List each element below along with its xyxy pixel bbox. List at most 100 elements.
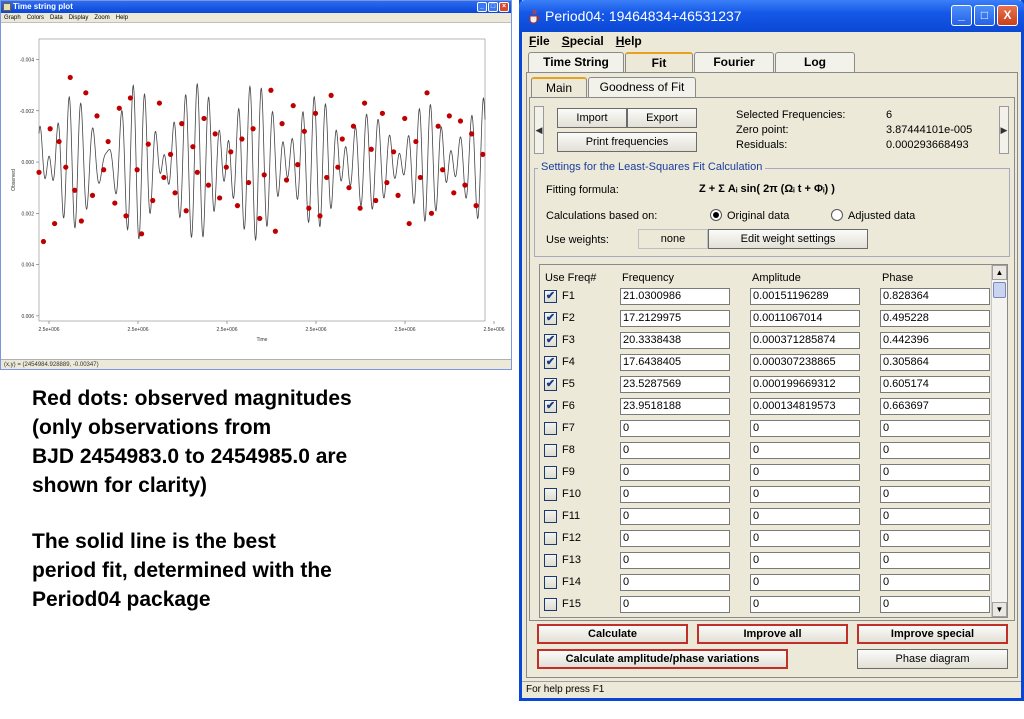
phase-field[interactable]: 0.305864 (880, 354, 990, 371)
adjusted-data-radio[interactable] (831, 209, 843, 221)
print-frequencies-button[interactable]: Print frequencies (557, 132, 697, 152)
phase-field[interactable]: 0.442396 (880, 332, 990, 349)
phase-field[interactable]: 0.495228 (880, 310, 990, 327)
scroll-up-icon[interactable]: ▲ (992, 265, 1007, 280)
table-vertical-scrollbar[interactable]: ▲ ▼ (991, 265, 1007, 617)
use-frequency-checkbox[interactable] (544, 466, 557, 479)
frequency-field[interactable]: 0 (620, 464, 730, 481)
period04-titlebar[interactable]: Period04: 19464834+46531237 _ □ X (519, 0, 1024, 32)
tab-fourier[interactable]: Fourier (694, 52, 774, 72)
plot-menu-display[interactable]: Display (69, 13, 89, 22)
scroll-down-icon[interactable]: ▼ (992, 602, 1007, 617)
plot-menu-graph[interactable]: Graph (4, 13, 21, 22)
amplitude-field[interactable]: 0.000371285874 (750, 332, 860, 349)
adjusted-data-label[interactable]: Adjusted data (848, 210, 915, 222)
scroll-left-arrow-icon[interactable]: ◀ (534, 106, 544, 154)
use-frequency-checkbox[interactable]: ✔ (544, 334, 557, 347)
frequency-field[interactable]: 20.3338438 (620, 332, 730, 349)
plot-menu-zoom[interactable]: Zoom (94, 13, 109, 22)
calculate-button[interactable]: Calculate (537, 624, 688, 644)
time-string-chart[interactable]: -0.004 -0.002 0.000 0.002 0.004 0.006 2.5e+006… (1, 23, 511, 359)
tab-main[interactable]: Main (531, 77, 587, 98)
plot-window-titlebar[interactable]: Time string plot _ □ × (1, 1, 511, 13)
use-frequency-checkbox[interactable] (544, 598, 557, 611)
use-frequency-checkbox[interactable] (544, 444, 557, 457)
amplitude-field[interactable]: 0 (750, 508, 860, 525)
calculate-amplitude-phase-variations-button[interactable]: Calculate amplitude/phase variations (537, 649, 788, 669)
menu-special[interactable]: Special (562, 32, 604, 52)
phase-diagram-button[interactable]: Phase diagram (857, 649, 1008, 669)
improve-all-button[interactable]: Improve all (697, 624, 848, 644)
improve-special-button[interactable]: Improve special (857, 624, 1008, 644)
phase-field[interactable]: 0 (880, 508, 990, 525)
amplitude-field[interactable]: 0 (750, 552, 860, 569)
amplitude-field[interactable]: 0 (750, 486, 860, 503)
use-frequency-checkbox[interactable]: ✔ (544, 290, 557, 303)
close-icon[interactable]: X (997, 5, 1018, 26)
use-frequency-checkbox[interactable]: ✔ (544, 400, 557, 413)
export-button[interactable]: Export (627, 108, 697, 128)
frequency-field[interactable]: 0 (620, 530, 730, 547)
frequency-field[interactable]: 17.2129975 (620, 310, 730, 327)
minimize-icon[interactable]: _ (951, 5, 972, 26)
maximize-icon[interactable]: □ (488, 2, 498, 12)
use-frequency-checkbox[interactable]: ✔ (544, 378, 557, 391)
scroll-thumb[interactable] (993, 282, 1006, 298)
use-frequency-checkbox[interactable] (544, 576, 557, 589)
phase-field[interactable]: 0.663697 (880, 398, 990, 415)
menu-file[interactable]: File (529, 32, 550, 52)
original-data-label[interactable]: Original data (727, 210, 789, 222)
frequency-field[interactable]: 0 (620, 574, 730, 591)
edit-weight-settings-button[interactable]: Edit weight settings (708, 229, 868, 249)
original-data-radio[interactable] (710, 209, 722, 221)
frequency-field[interactable]: 21.0300986 (620, 288, 730, 305)
frequency-field[interactable]: 23.5287569 (620, 376, 730, 393)
tab-time-string[interactable]: Time String (528, 52, 624, 72)
tab-goodness-of-fit[interactable]: Goodness of Fit (588, 77, 696, 97)
use-frequency-checkbox[interactable] (544, 532, 557, 545)
use-frequency-checkbox[interactable]: ✔ (544, 312, 557, 325)
phase-field[interactable]: 0 (880, 486, 990, 503)
phase-field[interactable]: 0.605174 (880, 376, 990, 393)
phase-field[interactable]: 0.828364 (880, 288, 990, 305)
amplitude-field[interactable]: 0.000199669312 (750, 376, 860, 393)
scroll-right-arrow-icon[interactable]: ▶ (999, 106, 1009, 154)
phase-field[interactable]: 0 (880, 464, 990, 481)
phase-field[interactable]: 0 (880, 530, 990, 547)
close-icon[interactable]: × (499, 2, 509, 12)
use-frequency-checkbox[interactable]: ✔ (544, 356, 557, 369)
frequency-field[interactable]: 0 (620, 442, 730, 459)
plot-menu-help[interactable]: Help (116, 13, 128, 22)
amplitude-field[interactable]: 0 (750, 464, 860, 481)
use-frequency-checkbox[interactable] (544, 554, 557, 567)
frequency-field[interactable]: 0 (620, 508, 730, 525)
tab-fit[interactable]: Fit (625, 52, 693, 73)
plot-menu-colors[interactable]: Colors (27, 13, 44, 22)
amplitude-field[interactable]: 0 (750, 530, 860, 547)
use-frequency-checkbox[interactable] (544, 510, 557, 523)
amplitude-field[interactable]: 0.000134819573 (750, 398, 860, 415)
plot-menu-data[interactable]: Data (50, 13, 63, 22)
import-button[interactable]: Import (557, 108, 627, 128)
phase-field[interactable]: 0 (880, 442, 990, 459)
minimize-icon[interactable]: _ (477, 2, 487, 12)
amplitude-field[interactable]: 0.000307238865 (750, 354, 860, 371)
amplitude-field[interactable]: 0.00151196289 (750, 288, 860, 305)
use-frequency-checkbox[interactable] (544, 488, 557, 501)
amplitude-field[interactable]: 0 (750, 420, 860, 437)
amplitude-field[interactable]: 0 (750, 574, 860, 591)
tab-log[interactable]: Log (775, 52, 855, 72)
phase-field[interactable]: 0 (880, 552, 990, 569)
menu-help[interactable]: Help (616, 32, 642, 52)
frequency-field[interactable]: 0 (620, 486, 730, 503)
phase-field[interactable]: 0 (880, 420, 990, 437)
amplitude-field[interactable]: 0.0011067014 (750, 310, 860, 327)
use-frequency-checkbox[interactable] (544, 422, 557, 435)
frequency-field[interactable]: 0 (620, 420, 730, 437)
amplitude-field[interactable]: 0 (750, 596, 860, 613)
frequency-field[interactable]: 0 (620, 552, 730, 569)
frequency-field[interactable]: 17.6438405 (620, 354, 730, 371)
phase-field[interactable]: 0 (880, 596, 990, 613)
frequency-field[interactable]: 0 (620, 596, 730, 613)
maximize-icon[interactable]: □ (974, 5, 995, 26)
